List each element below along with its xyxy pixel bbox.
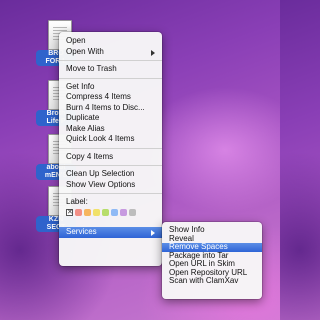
label-swatch-yellow[interactable]: [93, 209, 100, 216]
menu-item-open[interactable]: Open: [59, 36, 162, 47]
label-swatches: ✕: [59, 207, 162, 218]
services-submenu: Show Info Reveal Remove Spaces Package i…: [162, 222, 262, 299]
menu-item-duplicate[interactable]: Duplicate: [59, 113, 162, 124]
menu-item-open-with[interactable]: Open With: [59, 47, 162, 58]
menu-item-compress[interactable]: Compress 4 Items: [59, 92, 162, 103]
menu-item-show-view-options[interactable]: Show View Options: [59, 180, 162, 191]
menu-separator: [59, 165, 162, 166]
label-swatch-blue[interactable]: [111, 209, 118, 216]
label-none-icon[interactable]: ✕: [66, 209, 73, 216]
menu-separator: [59, 77, 162, 79]
menu-item-clean-up[interactable]: Clean Up Selection: [59, 169, 162, 180]
label-swatch-purple[interactable]: [120, 209, 127, 216]
menu-item-copy[interactable]: Copy 4 Items: [59, 152, 162, 163]
menu-separator: [59, 147, 162, 149]
desktop: BRO FOR L Broth Life P about mEN'S KZN S…: [0, 0, 280, 320]
submenu-arrow-icon: [151, 230, 155, 236]
menu-item-get-info[interactable]: Get Info: [59, 82, 162, 93]
menu-item-quick-look[interactable]: Quick Look 4 Items: [59, 134, 162, 145]
label-swatch-green[interactable]: [102, 209, 109, 216]
submenu-arrow-icon: [151, 49, 155, 56]
menu-separator: [59, 60, 162, 61]
menu-item-services[interactable]: Services: [59, 227, 162, 238]
label-swatch-orange[interactable]: [84, 209, 91, 216]
label-heading: Label:: [66, 197, 88, 206]
menu-item-move-to-trash[interactable]: Move to Trash: [59, 64, 162, 75]
label-swatch-red[interactable]: [75, 209, 82, 216]
menu-separator: [59, 193, 162, 194]
menu-item-burn[interactable]: Burn 4 Items to Disc...: [59, 103, 162, 114]
context-menu: Open Open With Move to Trash Get Info Co…: [59, 32, 162, 266]
label-swatch-gray[interactable]: [129, 209, 136, 216]
menu-item-make-alias[interactable]: Make Alias: [59, 124, 162, 135]
service-scan-with-clamxav[interactable]: Scan with ClamXav: [162, 276, 262, 286]
